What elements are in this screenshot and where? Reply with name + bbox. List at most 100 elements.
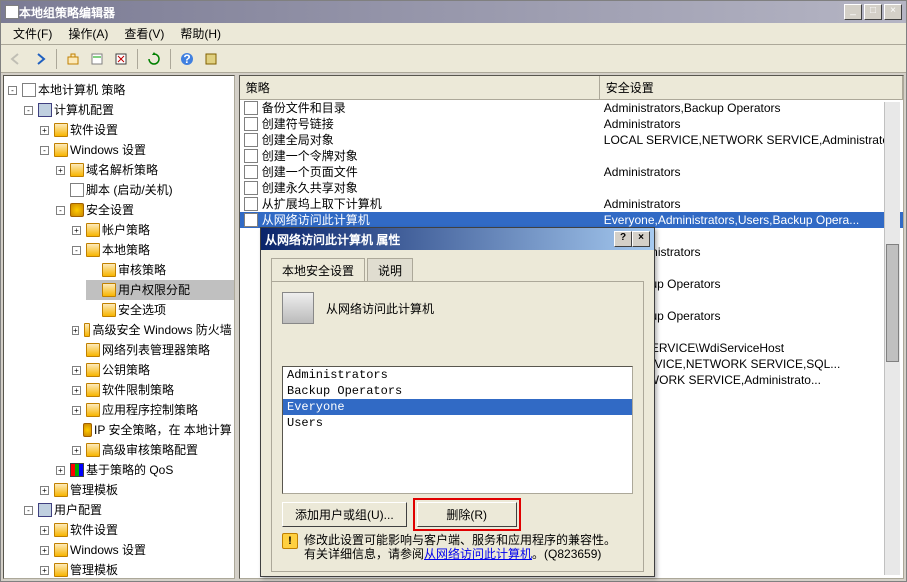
tree-label: 网络列表管理器策略 <box>102 341 210 359</box>
menu-action[interactable]: 操作(A) <box>60 23 116 44</box>
list-row[interactable]: 创建一个页面文件Administrators <box>240 164 903 180</box>
expander-icon[interactable]: - <box>24 506 33 515</box>
tree-u-windows[interactable]: +Windows 设置 <box>38 540 234 560</box>
expander-icon[interactable]: + <box>40 546 49 555</box>
member-item[interactable]: Users <box>283 415 632 431</box>
menu-view[interactable]: 查看(V) <box>116 23 172 44</box>
expander-icon[interactable]: - <box>8 86 17 95</box>
expander-icon[interactable]: + <box>56 166 65 175</box>
list-row[interactable]: 备份文件和目录Administrators,Backup Operators <box>240 100 903 116</box>
expander-none <box>56 186 65 195</box>
close-button[interactable]: × <box>884 4 902 20</box>
forward-button[interactable] <box>29 48 51 70</box>
tree-software-settings[interactable]: +软件设置 <box>38 120 234 140</box>
expander-none <box>72 346 81 355</box>
expander-icon[interactable]: + <box>40 566 49 575</box>
tab-local-security[interactable]: 本地安全设置 <box>271 258 365 282</box>
security-setting: Administrators <box>600 164 903 180</box>
tree-pane[interactable]: -本地计算机 策略 -计算机配置 +软件设置 -Windows 设置 +域名解 <box>3 75 235 579</box>
tree-label: 管理模板 <box>70 561 118 579</box>
list-row[interactable]: 创建全局对象LOCAL SERVICE,NETWORK SERVICE,Admi… <box>240 132 903 148</box>
refresh-button[interactable] <box>143 48 165 70</box>
dialog-heading-row: 从网络访问此计算机 <box>282 292 633 324</box>
col-policy[interactable]: 策略 <box>240 76 600 99</box>
member-list[interactable]: AdministratorsBackup OperatorsEveryoneUs… <box>282 366 633 494</box>
tree-ip-sec[interactable]: IP 安全策略，在 本地计算 <box>70 420 234 440</box>
scrollbar[interactable] <box>884 102 900 575</box>
expander-icon[interactable]: + <box>40 526 49 535</box>
member-item[interactable]: Backup Operators <box>283 383 632 399</box>
list-row[interactable]: 从网络访问此计算机Everyone,Administrators,Users,B… <box>240 212 903 228</box>
expander-icon[interactable]: + <box>72 226 81 235</box>
tab-explain[interactable]: 说明 <box>367 258 413 282</box>
expander-icon[interactable]: - <box>24 106 33 115</box>
expander-icon[interactable]: + <box>72 386 81 395</box>
action-button[interactable] <box>86 48 108 70</box>
tree-computer-config[interactable]: -计算机配置 <box>22 100 234 120</box>
tree-windows-settings[interactable]: -Windows 设置 <box>38 140 234 160</box>
folder-icon <box>54 143 68 157</box>
remove-button[interactable]: 删除(R) <box>417 502 517 527</box>
list-row[interactable]: 创建符号链接Administrators <box>240 116 903 132</box>
member-item[interactable]: Everyone <box>283 399 632 415</box>
list-row[interactable]: 创建一个令牌对象 <box>240 148 903 164</box>
tree-security-settings[interactable]: -安全设置 <box>54 200 234 220</box>
dialog-close-button[interactable]: × <box>632 231 650 247</box>
expander-icon[interactable]: + <box>56 466 65 475</box>
tree-local-policies[interactable]: -本地策略 <box>70 240 234 260</box>
tree-label: 用户配置 <box>54 501 102 519</box>
minimize-button[interactable]: _ <box>844 4 862 20</box>
tree-advanced-fw[interactable]: +高级安全 Windows 防火墙 <box>70 320 234 340</box>
expander-icon[interactable]: - <box>56 206 65 215</box>
tree-user-rights[interactable]: 用户权限分配 <box>86 280 234 300</box>
maximize-button[interactable]: □ <box>864 4 882 20</box>
policy-icon <box>244 117 258 131</box>
tree-user-config[interactable]: - 用户配置 <box>22 500 234 520</box>
list-row[interactable]: 创建永久共享对象 <box>240 180 903 196</box>
tree-security-options[interactable]: 安全选项 <box>86 300 234 320</box>
note-link[interactable]: 从网络访问此计算机 <box>424 547 532 561</box>
expander-icon[interactable]: - <box>40 146 49 155</box>
tree-qos[interactable]: +基于策略的 QoS <box>54 460 234 480</box>
add-user-button[interactable]: 添加用户或组(U)... <box>282 502 407 527</box>
dialog-help-button[interactable]: ? <box>614 231 632 247</box>
folder-icon <box>86 403 100 417</box>
menu-help[interactable]: 帮助(H) <box>172 23 229 44</box>
expander-icon[interactable]: - <box>72 246 81 255</box>
member-item[interactable]: Administrators <box>283 367 632 383</box>
dialog-body: 本地安全设置 说明 从网络访问此计算机 AdministratorsBackup… <box>261 250 654 576</box>
expander-icon[interactable]: + <box>72 446 81 455</box>
expander-icon[interactable]: + <box>40 126 49 135</box>
tree-audit-policy[interactable]: 审核策略 <box>86 260 234 280</box>
expander-icon[interactable]: + <box>72 366 81 375</box>
export-button[interactable] <box>110 48 132 70</box>
tree-root[interactable]: -本地计算机 策略 <box>6 80 234 100</box>
tree-label: 审核策略 <box>118 261 166 279</box>
up-button[interactable] <box>62 48 84 70</box>
tree-network-list[interactable]: 网络列表管理器策略 <box>70 340 234 360</box>
policy-name: 备份文件和目录 <box>262 100 346 116</box>
properties-button[interactable] <box>200 48 222 70</box>
tree-app-control[interactable]: +应用程序控制策略 <box>70 400 234 420</box>
help-button[interactable]: ? <box>176 48 198 70</box>
scrollbar-thumb[interactable] <box>886 244 899 362</box>
list-row[interactable]: 从扩展坞上取下计算机Administrators <box>240 196 903 212</box>
tree-advanced-audit[interactable]: +高级审核策略配置 <box>70 440 234 460</box>
tree-scripts[interactable]: 脚本 (启动/关机) <box>54 180 234 200</box>
tree-account-policies[interactable]: +帐户策略 <box>70 220 234 240</box>
tree-label: 域名解析策略 <box>86 161 158 179</box>
tree-name-resolution[interactable]: + 域名解析策略 <box>54 160 234 180</box>
tree-software-restrict[interactable]: +软件限制策略 <box>70 380 234 400</box>
tree-admin-templates[interactable]: +管理模板 <box>38 480 234 500</box>
col-security[interactable]: 安全设置 <box>600 76 903 99</box>
expander-icon[interactable]: + <box>40 486 49 495</box>
tree-u-admin[interactable]: + 管理模板 <box>38 560 234 579</box>
expander-icon[interactable]: + <box>72 406 81 415</box>
menu-file[interactable]: 文件(F) <box>5 23 60 44</box>
expander-icon[interactable]: + <box>72 326 79 335</box>
tree-public-key[interactable]: +公钥策略 <box>70 360 234 380</box>
tree-u-software[interactable]: +软件设置 <box>38 520 234 540</box>
policy-name: 从网络访问此计算机 <box>262 212 370 228</box>
note-prefix: 有关详细信息，请参阅 <box>304 547 424 561</box>
list-header: 策略 安全设置 <box>240 76 903 100</box>
